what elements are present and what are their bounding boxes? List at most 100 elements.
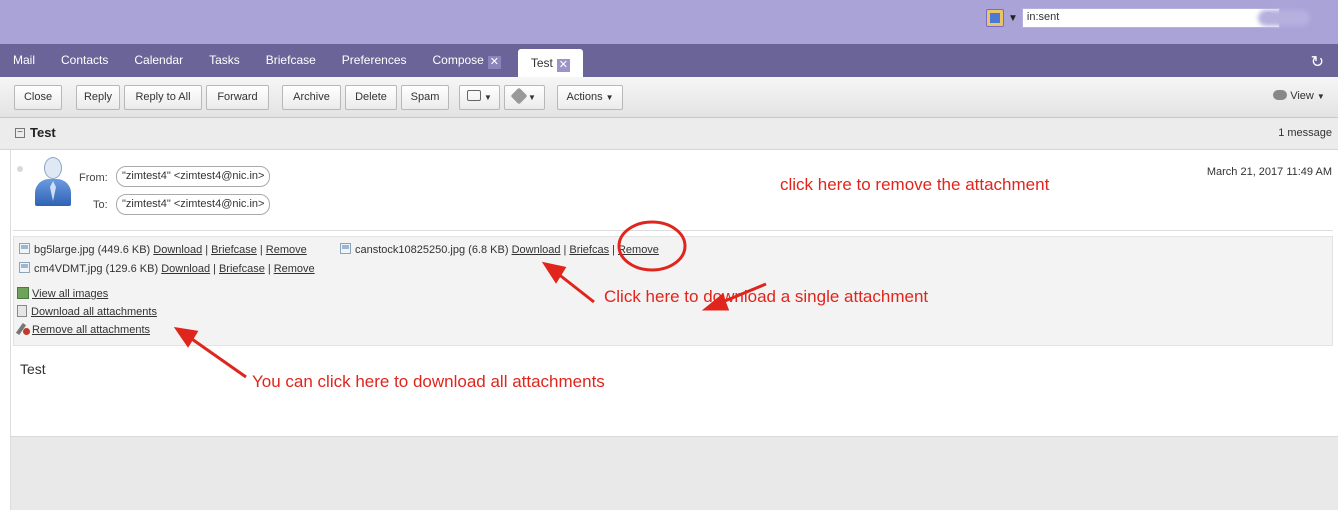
attachment-item: canstock10825250.jpg (6.8 KB) Download | B… [340, 243, 659, 256]
attachment-item: bg5large.jpg (449.6 KB) Download | Briefca… [19, 243, 307, 256]
tab-preferences[interactable]: Preferences [329, 44, 420, 77]
user-name-blurred[interactable] [1258, 10, 1310, 26]
tab-test-label: Test [530, 56, 553, 70]
reply-button-label: Reply [83, 91, 113, 103]
download-icon [17, 305, 27, 317]
chevron-down-icon: ▼ [484, 93, 492, 102]
reply-all-button[interactable]: Reply to All [124, 85, 202, 110]
app-tab-bar: Mail Contacts Calendar Tasks Briefcase P… [0, 44, 1338, 77]
forward-button[interactable]: Forward [206, 85, 269, 110]
chevron-down-icon: ▼ [605, 93, 614, 102]
message-count: 1 message [1278, 127, 1332, 139]
spam-button-label: Spam [410, 91, 440, 103]
view-icon [1273, 90, 1288, 100]
attachment-name[interactable]: canstock10825250.jpg [355, 244, 465, 256]
annotation-download-all: You can click here to download all attac… [252, 372, 605, 391]
download-all-link[interactable]: Download all attachments [31, 306, 157, 318]
reading-pane-footer [11, 436, 1338, 510]
briefcase-link[interactable]: Briefcase [219, 263, 265, 275]
tab-tasks[interactable]: Tasks [196, 44, 253, 77]
mail-search-icon[interactable] [986, 9, 1004, 27]
link-separator: | [213, 263, 216, 275]
archive-button[interactable]: Archive [282, 85, 341, 110]
tab-briefcase-label: Briefcase [265, 53, 316, 67]
search-area: ▼ in:sent ⚲ [986, 8, 1280, 28]
link-separator: | [205, 244, 209, 256]
print-icon [467, 90, 482, 101]
link-separator: | [259, 244, 263, 256]
briefcase-link[interactable]: Briefcas [569, 244, 609, 256]
tab-compose[interactable]: Compose ✕ [420, 44, 514, 77]
conversation-title: Test [30, 125, 56, 140]
tab-compose-label: Compose [432, 53, 484, 67]
read-status-icon[interactable] [17, 166, 23, 172]
from-address[interactable]: "zimtest4" <zimtest4@nic.in> [116, 166, 271, 187]
attachment-item: cm4VDMT.jpg (129.6 KB) Download | Briefcas… [19, 262, 315, 275]
message-toolbar: Close Reply Reply to All Forward Archive… [0, 77, 1338, 118]
remove-link[interactable]: Remove [266, 244, 307, 256]
image-file-icon [19, 243, 30, 254]
tab-tasks-label: Tasks [209, 53, 240, 67]
download-link[interactable]: Download [161, 263, 210, 275]
remove-link[interactable]: Remove [618, 244, 659, 256]
view-all-images-row: View all images [17, 287, 108, 300]
top-search-bar: ▼ in:sent ⚲ [0, 0, 1338, 44]
close-button[interactable]: Close [14, 85, 62, 110]
message-date: March 21, 2017 11:49 AM [1206, 166, 1332, 178]
remove-attachment-icon [17, 323, 30, 335]
image-gallery-icon [17, 287, 29, 299]
remove-all-link[interactable]: Remove all attachments [32, 324, 150, 336]
chevron-down-icon: ▼ [1316, 92, 1325, 101]
search-input[interactable]: in:sent ⚲ [1021, 8, 1280, 28]
actions-button[interactable]: Actions ▼ [557, 85, 623, 110]
download-link[interactable]: Download [512, 244, 561, 256]
close-icon[interactable]: ✕ [487, 56, 501, 69]
search-input-value: in:sent [1026, 11, 1060, 23]
view-button-label: View [1290, 90, 1314, 102]
tab-contacts-label: Contacts [61, 53, 109, 67]
close-button-label: Close [23, 91, 53, 103]
download-all-row: Download all attachments [17, 305, 157, 318]
spam-button[interactable]: Spam [401, 85, 449, 110]
to-address[interactable]: "zimtest4" <zimtest4@nic.in> [116, 194, 271, 215]
tab-test[interactable]: Test ✕ [517, 49, 583, 77]
annotation-remove: click here to remove the attachment [780, 175, 1050, 194]
view-button[interactable]: View ▼ [1264, 85, 1334, 110]
attachment-size: (129.6 KB) [105, 263, 159, 275]
tab-mail[interactable]: Mail [0, 44, 48, 77]
tab-calendar[interactable]: Calendar [121, 44, 196, 77]
link-separator: | [563, 244, 567, 256]
attachment-name[interactable]: bg5large.jpg [34, 244, 95, 256]
refresh-icon[interactable]: ↻ [1311, 52, 1324, 72]
close-icon[interactable]: ✕ [556, 59, 570, 72]
delete-button[interactable]: Delete [345, 85, 397, 110]
reply-button[interactable]: Reply [76, 85, 120, 110]
tag-button[interactable]: ▼ [504, 85, 545, 110]
print-button[interactable]: ▼ [459, 85, 500, 110]
link-separator: | [612, 244, 615, 256]
collapse-icon[interactable]: − [15, 128, 25, 138]
chevron-down-icon[interactable]: ▼ [1008, 13, 1018, 24]
tag-icon [510, 87, 528, 105]
conversation-header: − Test 1 message [0, 118, 1338, 150]
message-body: Test [20, 361, 46, 377]
annotation-download-single: Click here to download a single attachme… [604, 287, 929, 306]
from-label: From: [79, 172, 108, 184]
to-label: To: [93, 199, 108, 211]
chevron-down-icon: ▼ [528, 93, 536, 102]
link-separator: | [267, 263, 271, 275]
attachment-size: (449.6 KB) [97, 244, 151, 256]
remove-link[interactable]: Remove [274, 263, 315, 275]
tab-briefcase[interactable]: Briefcase [253, 44, 329, 77]
attachment-name[interactable]: cm4VDMT.jpg [34, 263, 102, 275]
actions-button-label: Actions [566, 91, 603, 103]
view-all-images-link[interactable]: View all images [32, 288, 108, 300]
avatar [35, 157, 71, 207]
tab-calendar-label: Calendar [134, 53, 184, 67]
tab-contacts[interactable]: Contacts [48, 44, 121, 77]
download-link[interactable]: Download [153, 244, 202, 256]
delete-button-label: Delete [355, 91, 387, 103]
image-file-icon [19, 262, 30, 273]
briefcase-link[interactable]: Briefcase [211, 244, 257, 256]
image-file-icon [340, 243, 351, 254]
